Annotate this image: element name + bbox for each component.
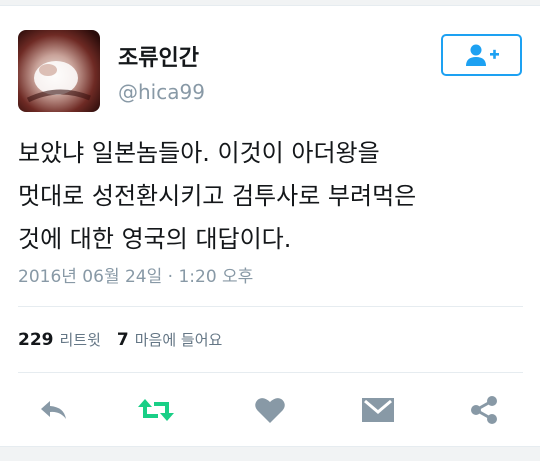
follow-button[interactable] bbox=[441, 34, 522, 76]
divider bbox=[18, 306, 523, 307]
reply-icon bbox=[41, 401, 66, 419]
add-user-icon bbox=[465, 44, 499, 66]
tweet-stats: 229 리트윗 7 마음에 들어요 bbox=[18, 329, 222, 350]
tweet-actions bbox=[0, 388, 540, 432]
retweet-icon bbox=[138, 399, 174, 421]
retweets-count[interactable]: 229 bbox=[18, 330, 54, 350]
tweet-line: 것에 대한 영국의 대답이다. bbox=[18, 225, 292, 253]
retweets-label[interactable]: 리트윗 bbox=[60, 329, 101, 350]
author-display-name[interactable]: 조류인간 bbox=[118, 40, 199, 72]
share-button[interactable] bbox=[462, 388, 506, 432]
tweet-text: 보았냐 일본놈들아. 이것이 아더왕을 멋대로 성전환시키고 검투사로 부려먹은… bbox=[18, 132, 523, 261]
share-icon bbox=[471, 396, 497, 424]
reply-button[interactable] bbox=[32, 388, 76, 432]
tweet-line: 보았냐 일본놈들아. 이것이 아더왕을 bbox=[18, 139, 380, 167]
divider bbox=[18, 372, 523, 373]
likes-count[interactable]: 7 bbox=[117, 330, 129, 350]
avatar-image bbox=[18, 30, 100, 112]
top-border bbox=[0, 0, 540, 6]
tweet-line: 멋대로 성전환시키고 검투사로 부려먹은 bbox=[18, 182, 417, 210]
bottom-border bbox=[0, 446, 540, 461]
avatar[interactable] bbox=[18, 30, 100, 112]
likes-label[interactable]: 마음에 들어요 bbox=[135, 329, 223, 350]
direct-message-button[interactable] bbox=[356, 388, 400, 432]
heart-icon bbox=[255, 398, 285, 423]
like-button[interactable] bbox=[248, 388, 292, 432]
envelope-icon bbox=[362, 398, 394, 422]
retweet-button[interactable] bbox=[134, 388, 178, 432]
author-handle[interactable]: @hica99 bbox=[118, 80, 205, 104]
tweet-timestamp: 2016년 06월 24일 · 1:20 오후 bbox=[18, 267, 254, 287]
